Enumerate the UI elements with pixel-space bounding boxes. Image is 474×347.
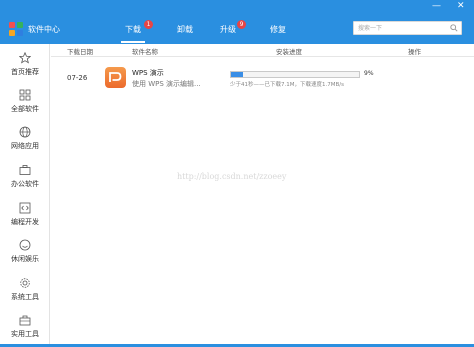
progress-percent: 9% <box>364 70 374 77</box>
toolbox-icon <box>19 315 31 326</box>
sidebar-item-label: 编程开发 <box>11 218 39 226</box>
sidebar-item-system[interactable]: 系统工具 <box>0 273 50 309</box>
search-icon[interactable] <box>450 24 458 32</box>
title-bar: 软件中心 — ✕ 下载 1 卸载 升级 9 修复 <box>0 0 474 44</box>
column-header-action: 操作 <box>408 48 421 56</box>
globe-icon <box>19 126 31 138</box>
sidebar-item-utilities[interactable]: 实用工具 <box>0 310 50 346</box>
sidebar-item-label: 全部软件 <box>11 105 39 113</box>
sidebar-item-all[interactable]: 全部软件 <box>0 85 50 121</box>
app-name: WPS 演示 <box>132 69 164 77</box>
app-logo-icon <box>9 22 23 36</box>
sidebar-item-home[interactable]: 首页推荐 <box>0 48 50 84</box>
close-button[interactable]: ✕ <box>457 2 465 11</box>
app-title: 软件中心 <box>28 25 60 34</box>
sidebar-item-leisure[interactable]: 休闲娱乐 <box>0 235 50 271</box>
tab-upgrade[interactable]: 升级 <box>220 24 236 35</box>
sidebar-item-label: 休闲娱乐 <box>11 255 39 263</box>
sidebar-item-label: 网络应用 <box>11 142 39 150</box>
download-status: 少于41秒——已下载7.1M，下载速度1.7MB/s <box>230 82 344 88</box>
column-header-name: 软件名称 <box>132 48 158 56</box>
sidebar-item-label: 办公软件 <box>11 180 39 188</box>
table-header: 下载日期 软件名称 安装进度 操作 <box>51 44 474 57</box>
watermark: http://blog.csdn.net/zzoeey <box>177 172 287 181</box>
sidebar-item-label: 实用工具 <box>11 330 39 338</box>
table-row[interactable]: 07-26 WPS 演示 使用 WPS 演示编辑... 9% 少于41秒——已下… <box>51 59 474 95</box>
progress-bar-fill <box>231 72 243 77</box>
tab-uninstall[interactable]: 卸载 <box>177 24 193 35</box>
download-date: 07-26 <box>67 74 88 82</box>
progress-bar <box>230 71 360 78</box>
column-header-date: 下载日期 <box>67 48 93 56</box>
wps-presentation-icon <box>105 67 126 88</box>
code-icon <box>19 202 31 214</box>
search-input[interactable] <box>354 22 444 34</box>
smile-icon <box>19 239 31 251</box>
tab-repair[interactable]: 修复 <box>270 24 286 35</box>
column-header-progress: 安装进度 <box>276 48 302 56</box>
sidebar-item-office[interactable]: 办公软件 <box>0 160 50 196</box>
download-badge: 1 <box>144 20 153 29</box>
sidebar-item-dev[interactable]: 编程开发 <box>0 198 50 234</box>
sidebar-item-label: 首页推荐 <box>11 68 39 76</box>
active-tab-indicator <box>121 41 145 43</box>
star-icon <box>19 52 31 64</box>
search-box[interactable] <box>353 21 462 35</box>
sidebar-item-network[interactable]: 网络应用 <box>0 122 50 158</box>
upgrade-badge: 9 <box>237 20 246 29</box>
gear-icon <box>20 278 30 288</box>
grid-icon <box>19 89 31 101</box>
minimize-button[interactable]: — <box>432 2 441 11</box>
sidebar: 首页推荐 全部软件 网络应用 办公软件 编程开发 休闲娱乐 系统工具 实用工具 <box>0 44 50 347</box>
tab-download[interactable]: 下载 <box>125 24 141 35</box>
sidebar-item-label: 系统工具 <box>11 293 39 301</box>
briefcase-icon <box>19 165 31 175</box>
app-description: 使用 WPS 演示编辑... <box>132 80 201 88</box>
